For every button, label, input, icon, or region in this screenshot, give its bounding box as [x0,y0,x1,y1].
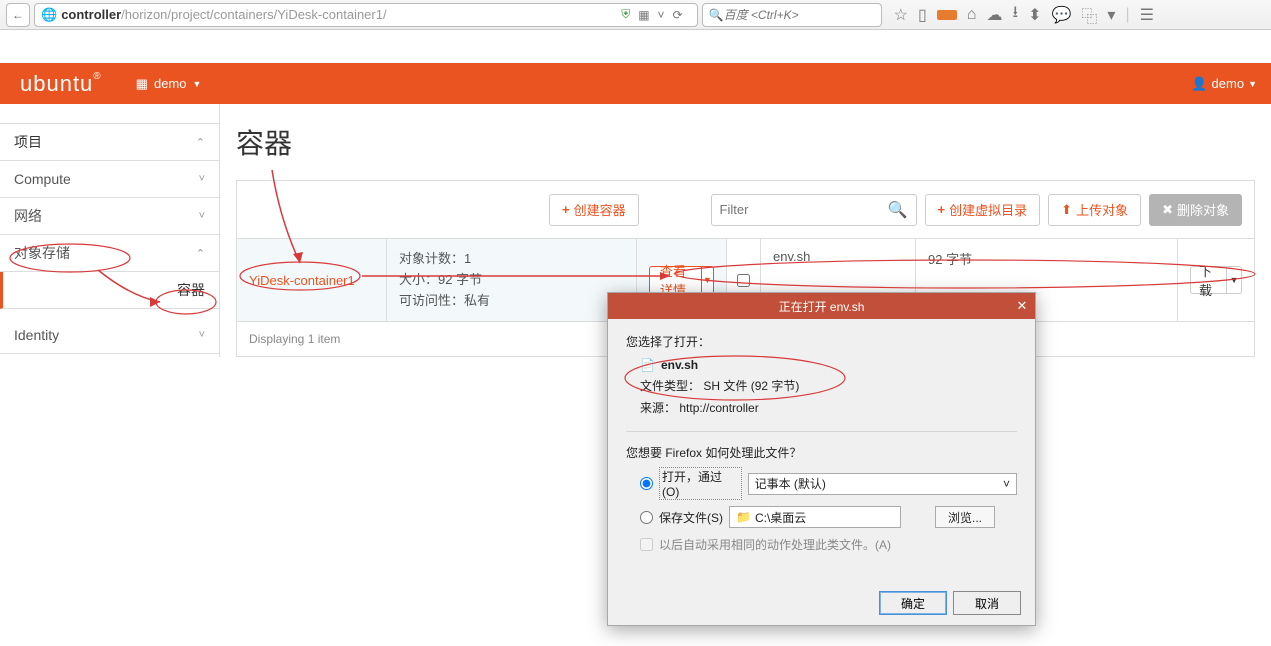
horizon-header: ubuntu® ▦ demo ▼ 👤 demo ▼ [0,63,1271,104]
url-text: controller/horizon/project/containers/Yi… [61,7,621,22]
dialog-filename-row: 📄 env.sh [640,358,1017,372]
search-icon: 🔍 [709,8,724,22]
globe-icon: 🌐 [41,7,57,23]
download-button[interactable]: 下载▼ [1190,266,1242,294]
close-icon[interactable]: ✕ [1009,293,1035,319]
container-name[interactable]: YiDesk-container1 [237,239,387,321]
delete-object-button[interactable]: ✖ 删除对象 [1149,194,1242,226]
addon-icon[interactable] [937,10,957,20]
sidebar-item-identity[interactable]: Identity˅ [0,317,219,354]
dialog-title: 正在打开 env.sh ✕ [608,293,1035,319]
sidebar-item-container[interactable]: 容器 [0,272,219,309]
container-meta: 对象计数：1 大小：92 字节 可访问性：私有 [387,239,637,321]
browser-toolbar: ← 🌐 controller/horizon/project/container… [0,0,1271,30]
upload-object-button[interactable]: ⬆ 上传对象 [1048,194,1141,226]
download-dialog: 正在打开 env.sh ✕ 您选择了打开： 📄 env.sh 文件类型： SH … [607,292,1036,626]
dialog-filetype: 文件类型： SH 文件 (92 字节) [640,376,1017,398]
sidebar-item-compute[interactable]: Compute˅ [0,161,219,198]
star-icon[interactable]: ☆ [894,5,908,25]
save-file-radio[interactable]: 保存文件(S) 📁C:\桌面云 浏览... [640,506,1017,528]
dialog-you-chose: 您选择了打开： [626,333,1017,350]
open-with-radio[interactable]: 打开，通过(O) 记事本 (默认)˅ [640,467,1017,500]
dialog-question: 您想要 Firefox 如何处理此文件？ [626,444,1017,461]
project-dropdown[interactable]: ▦ demo ▼ [122,76,216,92]
page-title: 容器 [236,122,1255,162]
search-icon[interactable]: 🔍 [888,200,908,220]
create-vdir-button[interactable]: + 创建虚拟目录 [925,194,1041,226]
back-button[interactable]: ← [6,3,30,27]
address-bar[interactable]: 🌐 controller/horizon/project/containers/… [34,3,698,27]
sidebar: 项目⌃ Compute˅ 网络˅ 对象存储⌃ 容器 Identity˅ [0,104,220,357]
shield-icon: ⛨ [621,7,630,22]
sidebar-item-project[interactable]: 项目⌃ [0,124,219,161]
sort-icon[interactable]: ⬍ [1028,5,1041,25]
filter-input[interactable] [720,202,888,217]
browse-button[interactable]: 浏览... [935,506,995,528]
caret-icon[interactable]: ▾ [1107,5,1115,25]
chat-icon[interactable]: 💬 [1051,5,1071,25]
dialog-source: 来源： http://controller [640,398,1017,420]
download-icon[interactable]: ⭳ [1012,1,1018,28]
create-container-button[interactable]: + 创建容器 [549,194,639,226]
crop-icon[interactable]: ⿻ [1081,3,1097,27]
save-path-field[interactable]: 📁C:\桌面云 [729,506,901,528]
folder-icon: 📁 [736,510,751,524]
sidebar-item-object-storage[interactable]: 对象存储⌃ [0,235,219,272]
ok-button[interactable]: 确定 [879,591,947,615]
refresh-icon[interactable]: ⟳ [673,8,683,22]
search-bar[interactable]: 🔍 [702,3,882,27]
cloud-icon[interactable]: ☁ [986,5,1002,25]
clipboard-icon[interactable]: ▯ [918,5,927,25]
remember-checkbox[interactable]: 以后自动采用相同的动作处理此类文件。(A) [640,536,1017,553]
open-with-select[interactable]: 记事本 (默认)˅ [748,473,1017,495]
cancel-button[interactable]: 取消 [953,591,1021,615]
sidebar-item-network[interactable]: 网络˅ [0,198,219,235]
file-icon: 📄 [640,358,655,372]
object-actions: 下载▼ [1178,239,1254,321]
chevron-down-icon[interactable]: ˅ [658,8,665,22]
user-dropdown[interactable]: 👤 demo ▼ [1191,76,1257,92]
search-input[interactable] [724,8,875,22]
menu-icon[interactable]: ☰ [1140,5,1154,25]
ubuntu-logo: ubuntu® [0,71,122,97]
filter-input-wrap[interactable]: 🔍 [711,194,917,226]
view-detail-button[interactable]: 查看详情▼ [649,266,714,294]
qr-icon[interactable]: ▦ [638,8,649,22]
home-icon[interactable]: ⌂ [967,6,977,24]
